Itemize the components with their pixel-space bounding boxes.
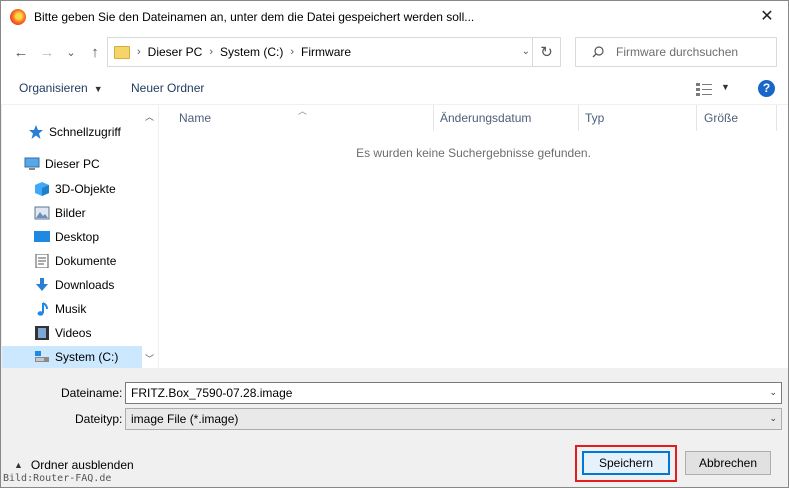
filename-label: Dateiname: [61,386,123,400]
close-button[interactable]: ✕ [752,3,782,29]
sidebar-item-musik[interactable]: Musik [34,298,142,320]
sidebar-item-label: Desktop [55,230,100,244]
chevron-right-icon: › [137,46,141,58]
dialog-title: Bitte geben Sie den Dateinamen an, unter… [34,9,475,24]
help-button[interactable]: ? [758,80,775,97]
cube-icon [35,182,49,196]
column-divider[interactable] [696,105,697,131]
sidebar-item-dokumente[interactable]: Dokumente [34,250,142,272]
save-button[interactable]: Speichern [582,451,670,475]
sidebar-item-downloads[interactable]: Downloads [34,274,142,296]
sidebar-item-label: Dieser PC [45,157,100,171]
chevron-right-icon: › [290,46,295,58]
pictures-icon [34,206,50,220]
recent-locations-button[interactable]: ⌄ [61,42,81,62]
video-icon [35,326,49,340]
chevron-down-icon[interactable]: ⌄ [769,413,777,424]
hide-folders-label: Ordner ausblenden [30,458,134,472]
sidebar-item-desktop[interactable]: Desktop [34,226,142,248]
sidebar-item-videos[interactable]: Videos [34,322,142,344]
filename-value: FRITZ.Box_7590-07.28.image [131,386,293,400]
sidebar-item-label: System (C:) [55,350,119,364]
search-icon [592,46,604,58]
sidebar-item-label: Downloads [55,278,115,292]
title-bar: Bitte geben Sie den Dateinamen an, unter… [1,1,788,32]
column-header-date[interactable]: Änderungsdatum [440,105,531,131]
column-header-type[interactable]: Typ [585,105,604,131]
sidebar-item-label: Videos [55,326,92,340]
drive-icon [35,351,49,362]
filetype-label: Dateityp: [75,412,123,426]
organize-button[interactable]: Organisieren ▼ [19,81,103,95]
new-folder-button[interactable]: Neuer Ordner [131,81,204,95]
star-icon [29,125,43,139]
sidebar-item-label: 3D-Objekte [55,182,116,196]
documents-icon [35,254,49,268]
navigation-scrollbar[interactable]: ︿ ﹀ [142,105,158,368]
column-divider[interactable] [776,105,777,131]
computer-icon [24,157,40,170]
column-divider[interactable] [578,105,579,131]
desktop-icon [34,231,50,242]
download-icon [36,278,48,291]
column-header-name[interactable]: Name [179,105,211,131]
chevron-down-icon[interactable]: ⌄ [522,46,530,57]
sidebar-item-label: Dokumente [55,254,117,268]
sidebar-item-schnellzugriff[interactable]: Schnellzugriff [28,121,142,143]
chevron-down-icon[interactable]: ⌄ [769,387,777,398]
folder-icon [114,45,130,59]
empty-results-message: Es wurden keine Suchergebnisse gefunden. [356,146,591,160]
forward-button[interactable]: → [37,42,57,62]
filetype-value: image File (*.image) [131,412,239,426]
up-button[interactable]: ↑ [85,42,105,62]
caret-down-icon: ▼ [93,84,103,94]
back-button[interactable]: ← [11,42,31,62]
hide-folders-button[interactable]: ▲ Ordner ausblenden [14,458,134,472]
sidebar-item-bilder[interactable]: Bilder [34,202,142,224]
file-list: ︿ Name Änderungsdatum Typ Größe Es wurde… [159,105,788,368]
filetype-select[interactable]: image File (*.image) ⌄ [125,408,782,430]
column-divider[interactable] [433,105,434,131]
command-toolbar: Organisieren ▼ Neuer Ordner ▼ ? [1,72,788,105]
sidebar-item-3d-objekte[interactable]: 3D-Objekte [34,178,142,200]
breadcrumb-dieser-pc[interactable]: Dieser PC [148,45,203,59]
sidebar-item-label: Bilder [55,206,86,220]
search-placeholder: Firmware durchsuchen [616,45,739,59]
view-options-caret-icon[interactable]: ▼ [721,82,730,92]
scroll-up-icon[interactable]: ︿ [145,110,154,123]
watermark: Bild:Router-FAQ.de [3,473,112,484]
view-options-icon[interactable] [696,82,712,96]
sidebar-item-dieser-pc[interactable]: Dieser PC [24,153,142,175]
sidebar-item-system-c[interactable]: System (C:) [2,346,142,368]
save-dialog: Bitte geben Sie den Dateinamen an, unter… [0,0,789,488]
organize-label: Organisieren [19,81,88,95]
filename-field[interactable]: FRITZ.Box_7590-07.28.image ⌄ [125,382,782,404]
breadcrumb-firmware[interactable]: Firmware [301,45,351,59]
music-icon [37,302,48,316]
refresh-button[interactable]: ↻ [532,38,560,66]
firefox-icon [10,8,26,25]
scroll-down-icon[interactable]: ﹀ [145,352,154,365]
sort-ascending-icon: ︿ [298,106,308,116]
address-bar[interactable]: › Dieser PC › System (C:) › Firmware ⌄ ↻ [107,37,561,67]
column-header-size[interactable]: Größe [704,105,738,131]
chevron-right-icon: › [209,46,214,58]
sidebar-item-label: Musik [55,302,87,316]
breadcrumb-system-c[interactable]: System (C:) [220,45,283,59]
sidebar-item-label: Schnellzugriff [49,125,121,139]
caret-up-icon: ▲ [14,460,23,470]
navigation-bar: ← → ⌄ ↑ › Dieser PC › System (C:) › Firm… [1,32,788,72]
navigation-pane: Schnellzugriff Dieser PC 3D-Objekte Bild… [2,105,158,368]
cancel-button[interactable]: Abbrechen [685,451,771,475]
search-box[interactable]: Firmware durchsuchen [575,37,777,67]
